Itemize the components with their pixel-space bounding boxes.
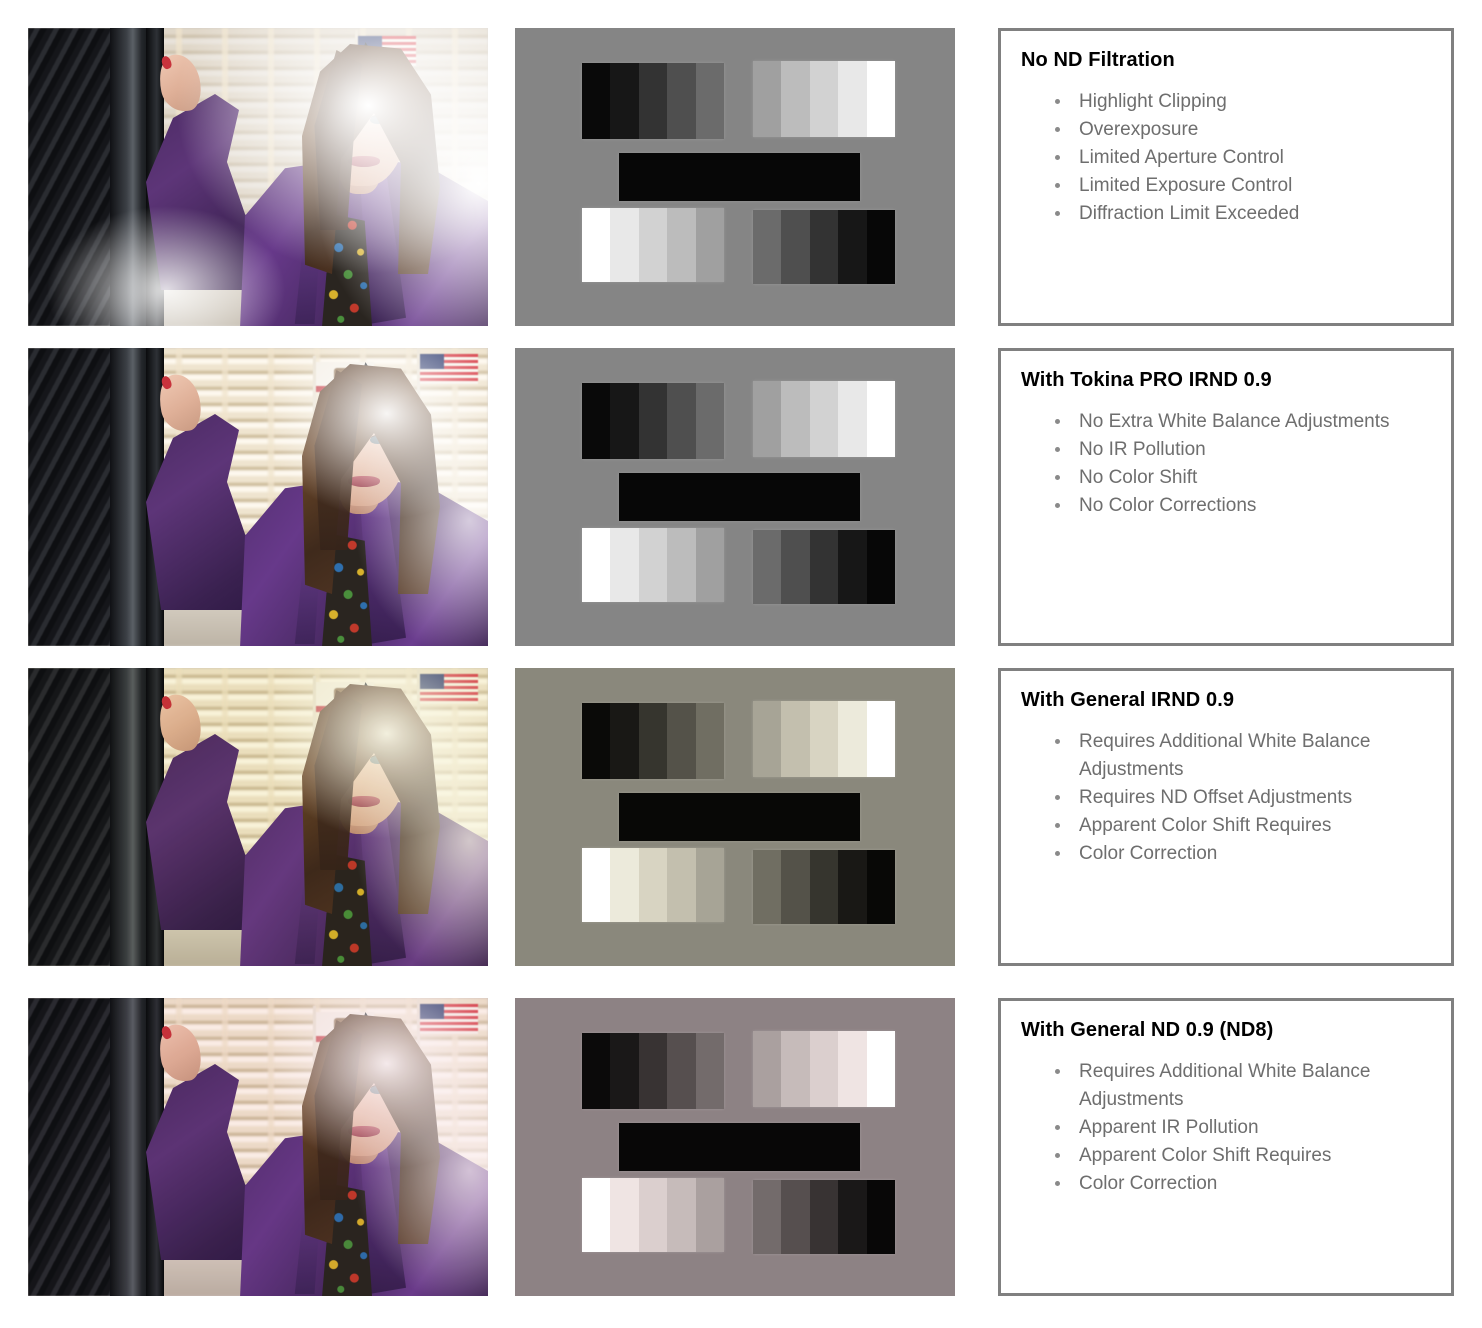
panel-heading: With General ND 0.9 (ND8) bbox=[1021, 1019, 1274, 1041]
list-item: No Color Corrections bbox=[1043, 492, 1431, 520]
description-panel-tokina-pro-irnd: With Tokina PRO IRND 0.9 No Extra White … bbox=[998, 348, 1454, 646]
description-panel-no-nd: No ND Filtration Highlight Clipping Over… bbox=[998, 28, 1454, 326]
grayscale-chart-no-nd bbox=[515, 28, 955, 326]
grayscale-chart-tokina-pro-irnd bbox=[515, 348, 955, 646]
comparison-row-general-irnd: With General IRND 0.9 Requires Additiona… bbox=[0, 668, 1482, 966]
list-item: Color Correction bbox=[1043, 1170, 1431, 1198]
grayscale-chart-general-nd-8 bbox=[515, 998, 955, 1296]
description-panel-general-irnd: With General IRND 0.9 Requires Additiona… bbox=[998, 668, 1454, 966]
patch-top-right bbox=[753, 381, 896, 457]
list-item: Highlight Clipping bbox=[1043, 88, 1431, 116]
patch-top-right bbox=[753, 1031, 896, 1107]
sample-photo-general-irnd bbox=[28, 668, 488, 966]
highlight-clipping-glare bbox=[28, 28, 488, 326]
patch-black-bar bbox=[619, 153, 860, 201]
patch-bottom-right bbox=[753, 530, 896, 604]
list-item: Overexposure bbox=[1043, 116, 1431, 144]
list-item: Requires ND Offset Adjustments bbox=[1043, 784, 1431, 812]
panel-heading: No ND Filtration bbox=[1021, 49, 1175, 71]
patch-bottom-left bbox=[582, 208, 725, 282]
highlight-glare bbox=[28, 668, 488, 966]
comparison-row-general-nd8: With General ND 0.9 (ND8) Requires Addit… bbox=[0, 998, 1482, 1296]
panel-heading: With Tokina PRO IRND 0.9 bbox=[1021, 369, 1272, 391]
patch-bottom-left bbox=[582, 1178, 725, 1252]
list-item: Apparent Color Shift Requires bbox=[1043, 812, 1431, 840]
patch-bottom-left bbox=[582, 528, 725, 602]
panel-bullet-list: Highlight Clipping Overexposure Limited … bbox=[1043, 88, 1431, 228]
highlight-glare bbox=[28, 348, 488, 646]
patch-top-left bbox=[582, 63, 725, 139]
comparison-row-no-nd: No ND Filtration Highlight Clipping Over… bbox=[0, 28, 1482, 326]
list-item: Requires Additional White Balance Adjust… bbox=[1043, 1058, 1431, 1114]
patch-top-right bbox=[753, 701, 896, 777]
panel-heading: With General IRND 0.9 bbox=[1021, 689, 1235, 711]
sample-photo-no-nd bbox=[28, 28, 488, 326]
patch-bottom-right bbox=[753, 210, 896, 284]
list-item: No Color Shift bbox=[1043, 464, 1431, 492]
list-item: Color Correction bbox=[1043, 840, 1431, 868]
highlight-glare bbox=[28, 998, 488, 1296]
patch-top-left bbox=[582, 703, 725, 779]
comparison-sheet: No ND Filtration Highlight Clipping Over… bbox=[0, 0, 1482, 1328]
list-item: Requires Additional White Balance Adjust… bbox=[1043, 728, 1431, 784]
patch-top-right bbox=[753, 61, 896, 137]
patch-bottom-right bbox=[753, 1180, 896, 1254]
sample-photo-general-nd-8 bbox=[28, 998, 488, 1296]
list-item: Limited Aperture Control bbox=[1043, 144, 1431, 172]
list-item: Apparent IR Pollution bbox=[1043, 1114, 1431, 1142]
list-item: Apparent Color Shift Requires bbox=[1043, 1142, 1431, 1170]
patch-top-left bbox=[582, 1033, 725, 1109]
panel-bullet-list: No Extra White Balance Adjustments No IR… bbox=[1043, 408, 1431, 520]
panel-bullet-list: Requires Additional White Balance Adjust… bbox=[1043, 1058, 1431, 1198]
description-panel-general-nd-8: With General ND 0.9 (ND8) Requires Addit… bbox=[998, 998, 1454, 1296]
patch-black-bar bbox=[619, 793, 860, 841]
patch-bottom-left bbox=[582, 848, 725, 922]
comparison-row-tokina-pro-irnd: With Tokina PRO IRND 0.9 No Extra White … bbox=[0, 348, 1482, 646]
list-item: Limited Exposure Control bbox=[1043, 172, 1431, 200]
list-item: No Extra White Balance Adjustments bbox=[1043, 408, 1431, 436]
patch-black-bar bbox=[619, 473, 860, 521]
patch-black-bar bbox=[619, 1123, 860, 1171]
patch-top-left bbox=[582, 383, 725, 459]
sample-photo-tokina-pro-irnd bbox=[28, 348, 488, 646]
panel-bullet-list: Requires Additional White Balance Adjust… bbox=[1043, 728, 1431, 868]
patch-bottom-right bbox=[753, 850, 896, 924]
list-item: No IR Pollution bbox=[1043, 436, 1431, 464]
grayscale-chart-general-irnd bbox=[515, 668, 955, 966]
list-item: Diffraction Limit Exceeded bbox=[1043, 200, 1431, 228]
